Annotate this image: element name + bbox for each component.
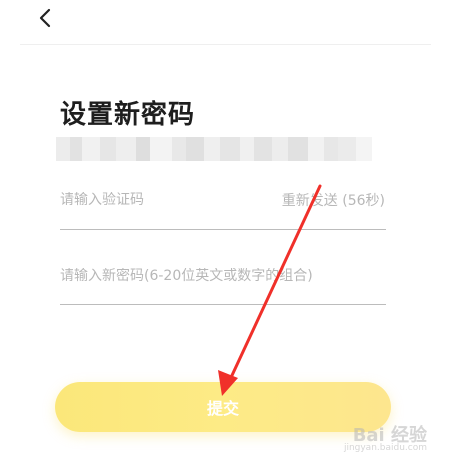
submit-button[interactable]: 提交 xyxy=(55,382,391,432)
verification-code-input[interactable] xyxy=(60,192,274,208)
new-password-input[interactable] xyxy=(60,268,385,284)
masked-phone-number xyxy=(56,137,382,161)
page-title: 设置新密码 xyxy=(60,100,196,130)
verification-code-underline xyxy=(60,229,386,230)
verification-code-row: 重新发送 (56秒) xyxy=(60,180,385,220)
resend-code-button[interactable]: 重新发送 (56秒) xyxy=(282,190,385,210)
chevron-left-icon xyxy=(39,8,51,28)
watermark-sub: jingyan.baidu.com xyxy=(343,443,427,453)
back-button[interactable] xyxy=(34,6,58,30)
watermark: Bai 经验 jingyan.baidu.com xyxy=(344,421,427,453)
header-divider xyxy=(20,44,431,45)
new-password-row xyxy=(60,256,385,296)
new-password-underline xyxy=(60,304,386,305)
